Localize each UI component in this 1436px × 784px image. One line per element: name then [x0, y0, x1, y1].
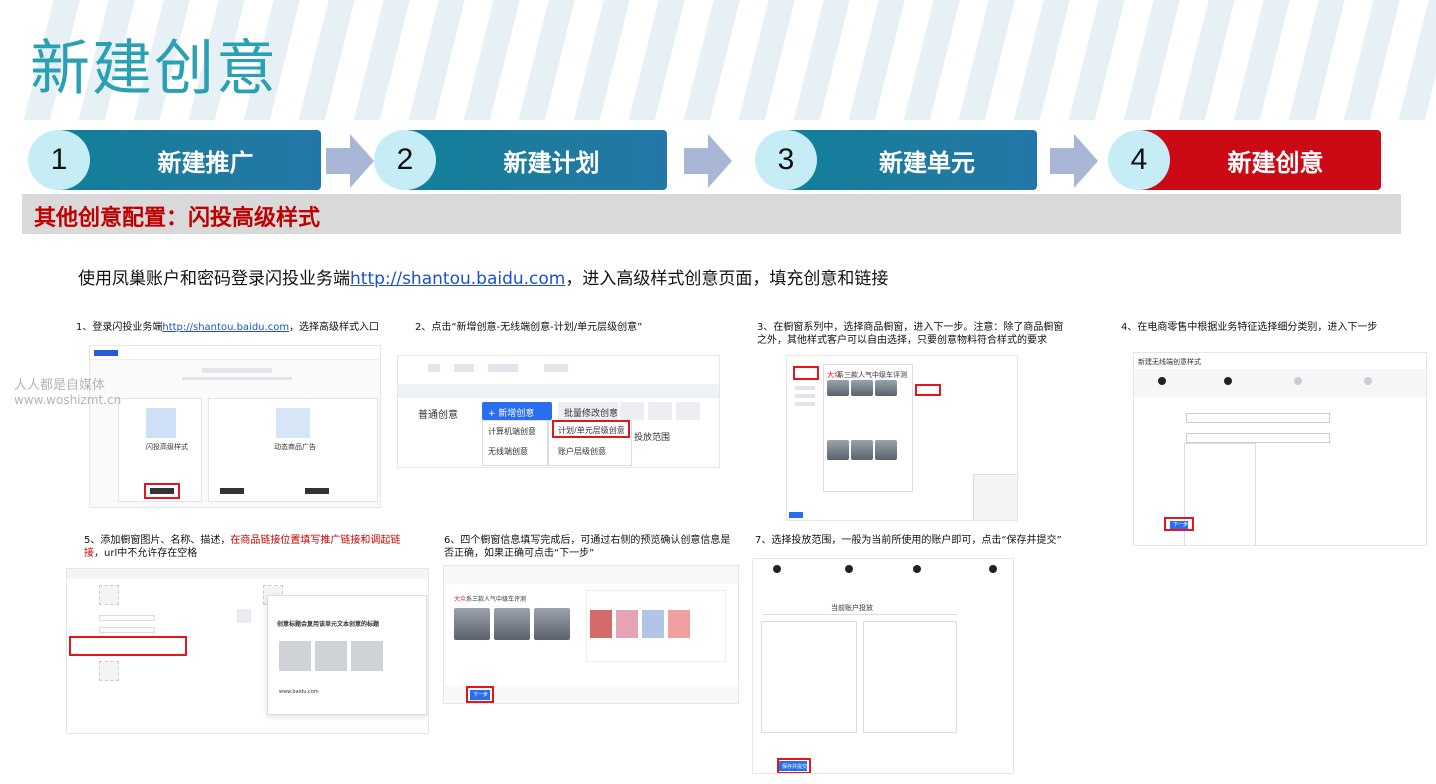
screenshot-2: 普通创意 + 新增创意 批量修改创意 计算机端创意 无线端创意 计划/单元层级创… [397, 355, 720, 468]
step-label: 新建单元 [879, 148, 975, 177]
caption-7: 7、选择投放范围，一般为当前所使用的账户即可，点击“保存并提交” [755, 535, 1062, 546]
step-label: 新建计划 [503, 148, 600, 177]
headline-text: 系三款人气中级车评测 [837, 371, 907, 379]
headline-text: 系三款人气中级车评测 [466, 596, 527, 603]
step-number: 4 [1108, 130, 1170, 190]
shantou-link[interactable]: http://shantou.baidu.com [350, 269, 565, 289]
preview-title: 创意标题会复用该单元文本创意的标题 [277, 621, 380, 628]
preview-site: www.baidu.com [279, 689, 319, 695]
step-number: 3 [755, 130, 817, 190]
caption-1: 1、登录闪投业务端http://shantou.baidu.com，选择高级样式… [76, 322, 380, 333]
menu-wireless-creative[interactable]: 无线端创意 [488, 446, 528, 457]
screenshot-6: 大众 系三款人气中级车评测 下一步 [443, 565, 739, 704]
caption-1-link[interactable]: http://shantou.baidu.com [162, 322, 289, 333]
intro-text: 使用凤巢账户和密码登录闪投业务端http://shantou.baidu.com… [78, 269, 889, 289]
step-arrow-icon [684, 134, 732, 188]
menu-plan-unit-creative[interactable]: 计划/单元层级创意 [558, 425, 625, 436]
screenshot-1: 闪投高级样式 动态商品广告 [89, 345, 381, 508]
screenshot-5: 创意标题会复用该单元文本创意的标题 www.baidu.com [66, 568, 429, 734]
screenshot-3: 大众 系三款人气中级车评测 [786, 355, 1018, 521]
tab-normal-creative[interactable]: 普通创意 [418, 406, 458, 421]
panel-title: 当前账户投放 [831, 604, 873, 612]
save-submit-button[interactable]: 保存并提交 [782, 763, 807, 770]
menu-account-creative[interactable]: 账户层级创意 [558, 446, 606, 457]
step-1: 1 新建推广 [28, 130, 321, 190]
scope-column: 投放范围 [634, 433, 671, 443]
step-label: 新建推广 [157, 148, 254, 177]
card-label-right: 动态商品广告 [274, 443, 316, 451]
screenshot-4: 新建无线端创意样式 下一步 [1133, 352, 1427, 546]
add-creative-button[interactable]: + 新增创意 [488, 406, 534, 419]
menu-pc-creative[interactable]: 计算机端创意 [488, 426, 536, 437]
caption-4: 4、在电商零售中根据业务特征选择细分类别，进入下一步 [1121, 322, 1378, 333]
caption-5: 5、添加橱窗图片、名称、描述，在商品链接位置填写推广链接和调起链接，url中不允… [84, 535, 401, 559]
step-2: 2 新建计划 [374, 130, 667, 190]
headline-brand: 大众 [454, 596, 467, 603]
next-button[interactable]: 下一步 [473, 691, 488, 698]
caption-2: 2、点击“新增创意-无线端创意-计划/单元层级创意” [415, 322, 643, 333]
wizard-header: 新建无线端创意样式 [1138, 358, 1201, 366]
page-title: 新建创意 [30, 34, 278, 104]
step-4: 4 新建创意 [1108, 130, 1381, 190]
batch-edit-button[interactable]: 批量修改创意 [564, 406, 618, 419]
step-arrow-icon [1050, 134, 1098, 188]
card-label-left: 闪投高级样式 [146, 443, 188, 451]
section-header: 其他创意配置：闪投高级样式 [22, 194, 1401, 234]
step-number: 1 [28, 130, 90, 190]
step-3: 3 新建单元 [755, 130, 1037, 190]
screenshot-7: 当前账户投放 保存并提交 [752, 558, 1014, 774]
step-label: 新建创意 [1227, 148, 1324, 177]
section-title: 其他创意配置：闪投高级样式 [34, 206, 321, 231]
caption-6: 6、四个橱窗信息填写完成后，可通过右侧的预览确认创意信息是否正确，如果正确可点击… [444, 535, 731, 559]
next-button[interactable]: 下一步 [1173, 521, 1188, 528]
caption-3: 3、在橱窗系列中，选择商品橱窗，进入下一步。注意：除了商品橱窗之外，其他样式客户… [757, 322, 1064, 346]
watermark: 人人都是自媒体 www.woshizmt.cn [14, 378, 122, 407]
step-arrow-icon [326, 134, 374, 188]
step-number: 2 [374, 130, 436, 190]
